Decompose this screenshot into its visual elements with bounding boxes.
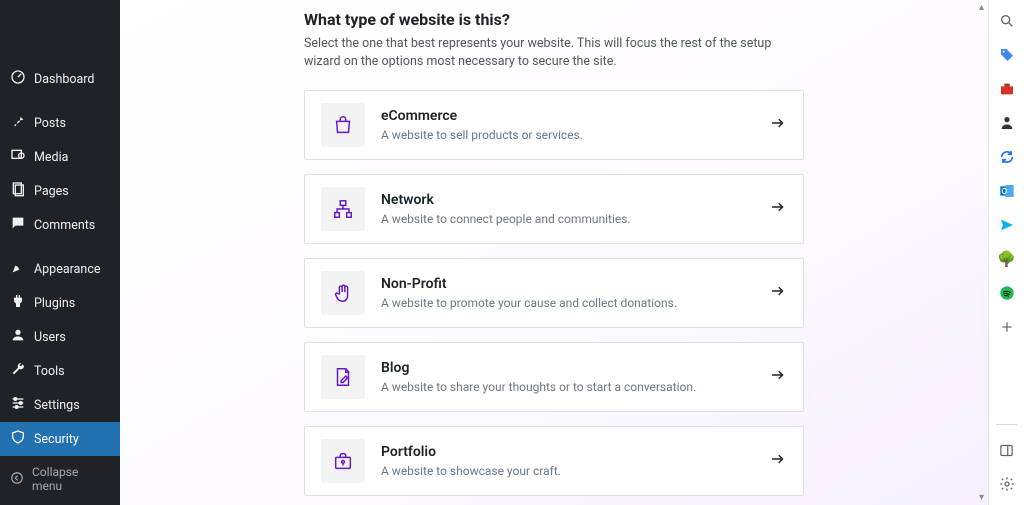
plus-icon[interactable] (998, 318, 1016, 336)
app-root: Dashboard Posts Media Pages Commen (0, 0, 1024, 505)
scroll-up-indicator: ▴ (979, 2, 984, 13)
shield-icon (10, 429, 26, 449)
toolbox-icon[interactable] (998, 80, 1016, 98)
arrow-right-icon (769, 366, 787, 388)
site-type-option[interactable]: Blog A website to share your thoughts or … (304, 342, 804, 412)
portfolio-icon (321, 439, 365, 483)
wp-admin-sidebar: Dashboard Posts Media Pages Commen (0, 0, 120, 505)
site-type-option[interactable]: eCommerce A website to sell products or s… (304, 90, 804, 160)
sidebar-item-label: Comments (34, 218, 95, 233)
sliders-icon (10, 395, 26, 415)
gear-icon[interactable] (998, 475, 1016, 493)
person-icon[interactable] (998, 114, 1016, 132)
site-type-option[interactable]: Non-Profit A website to promote your caus… (304, 258, 804, 328)
collapse-icon (10, 471, 24, 488)
dashboard-icon (10, 69, 26, 89)
wizard-panel: ▴ What type of website is this? Select t… (120, 0, 988, 505)
sidebar-item-label: Appearance (34, 262, 101, 277)
send-icon[interactable] (998, 216, 1016, 234)
sidebar-item-comments[interactable]: Comments (0, 208, 120, 242)
sidebar-item-label: Settings (34, 398, 80, 413)
page-icon (10, 181, 26, 201)
browser-side-rail: 🌳 (988, 0, 1024, 505)
sidebar-item-dashboard[interactable]: Dashboard (0, 62, 120, 96)
sidebar-item-plugins[interactable]: Plugins (0, 286, 120, 320)
brush-icon (10, 259, 26, 279)
sidebar-item-appearance[interactable]: Appearance (0, 252, 120, 286)
arrow-right-icon (769, 450, 787, 472)
wrench-icon (10, 361, 26, 381)
arrow-right-icon (769, 282, 787, 304)
wizard-heading: What type of website is this? (304, 10, 804, 29)
sidebar-item-label: Tools (34, 364, 65, 379)
sidebar-item-posts[interactable]: Posts (0, 106, 120, 140)
sidebar-item-media[interactable]: Media (0, 140, 120, 174)
sidebar-item-label: Pages (34, 184, 69, 199)
sync-icon[interactable] (998, 148, 1016, 166)
sidebar-item-users[interactable]: Users (0, 320, 120, 354)
sidebar-item-label: Posts (34, 116, 66, 131)
site-type-option[interactable]: Portfolio A website to showcase your craf… (304, 426, 804, 496)
arrow-right-icon (769, 198, 787, 220)
bag-icon (321, 103, 365, 147)
scroll-down-indicator: ▾ (979, 492, 984, 503)
network-icon (321, 187, 365, 231)
outlook-icon[interactable] (998, 182, 1016, 200)
wizard-subheading: Select the one that best represents your… (304, 35, 804, 70)
tree-icon[interactable]: 🌳 (998, 250, 1016, 268)
option-title: Blog (381, 360, 753, 376)
arrow-right-icon (769, 114, 787, 136)
option-title: Portfolio (381, 444, 753, 460)
option-desc: A website to connect people and communit… (381, 212, 753, 226)
sidebar-item-security[interactable]: Security (0, 422, 120, 456)
wizard-options-list: eCommerce A website to sell products or s… (304, 90, 804, 505)
comment-icon (10, 215, 26, 235)
blog-icon (321, 355, 365, 399)
sidebar-item-settings[interactable]: Settings (0, 388, 120, 422)
sidebar-item-label: Media (34, 150, 68, 165)
hand-icon (321, 271, 365, 315)
search-icon[interactable] (998, 12, 1016, 30)
tag-icon[interactable] (998, 46, 1016, 64)
option-desc: A website to promote your cause and coll… (381, 296, 753, 310)
spotify-icon[interactable] (998, 284, 1016, 302)
sidebar-item-label: Dashboard (34, 72, 94, 87)
sidebar-item-tools[interactable]: Tools (0, 354, 120, 388)
option-title: Non-Profit (381, 276, 753, 292)
site-type-option[interactable]: Network A website to connect people and c… (304, 174, 804, 244)
user-icon (10, 327, 26, 347)
option-desc: A website to share your thoughts or to s… (381, 380, 753, 394)
option-desc: A website to sell products or services. (381, 128, 753, 142)
panel-icon[interactable] (998, 441, 1016, 459)
sidebar-item-label: Plugins (34, 296, 75, 311)
sidebar-item-label: Security (34, 432, 79, 447)
option-title: eCommerce (381, 108, 753, 124)
sidebar-item-pages[interactable]: Pages (0, 174, 120, 208)
pin-icon (10, 113, 26, 133)
media-icon (10, 147, 26, 167)
option-desc: A website to showcase your craft. (381, 464, 753, 478)
sidebar-item-label: Users (34, 330, 66, 345)
plug-icon (10, 293, 26, 313)
rail-divider (996, 424, 1017, 425)
collapse-menu-button[interactable]: Collapse menu (0, 458, 120, 500)
option-title: Network (381, 192, 753, 208)
collapse-menu-label: Collapse menu (32, 465, 110, 493)
